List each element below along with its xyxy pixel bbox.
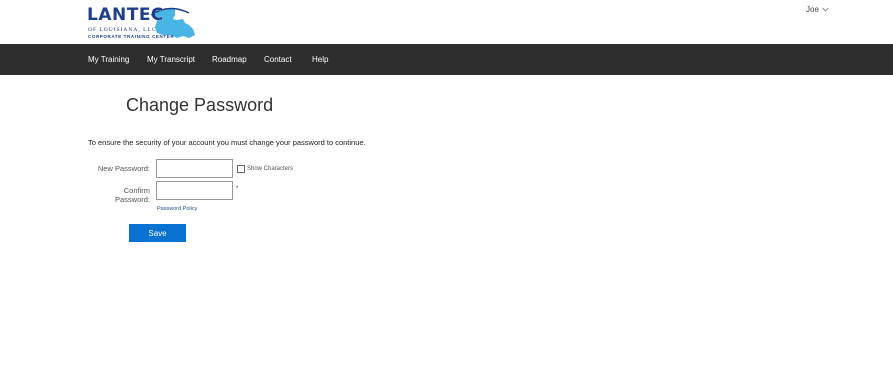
user-name: Joe xyxy=(806,5,819,14)
nav-item-help[interactable]: Help xyxy=(312,44,328,75)
user-menu[interactable]: Joe xyxy=(806,5,829,14)
password-policy-link[interactable]: Password Policy xyxy=(157,206,197,212)
required-marker: * xyxy=(236,186,239,192)
logo-tagline: CORPORATE TRAINING CENTER xyxy=(88,34,175,39)
lantec-logo[interactable]: LANTEC OF LOUISIANA, LLC CORPORATE TRAIN… xyxy=(87,3,197,41)
logo-sub: OF LOUISIANA, LLC xyxy=(88,27,157,33)
instructions-text: To ensure the security of your account y… xyxy=(88,138,366,147)
save-button[interactable]: Save xyxy=(129,224,186,242)
nav-item-roadmap[interactable]: Roadmap xyxy=(212,44,247,75)
show-characters-toggle[interactable]: Show Characters xyxy=(237,165,293,173)
new-password-field[interactable] xyxy=(156,159,233,178)
nav-item-my-transcript[interactable]: My Transcript xyxy=(147,44,195,75)
nav-item-contact[interactable]: Contact xyxy=(264,44,292,75)
header: LANTEC OF LOUISIANA, LLC CORPORATE TRAIN… xyxy=(0,0,893,44)
main-navbar: My Training My Transcript Roadmap Contac… xyxy=(0,44,893,75)
logo-name: LANTEC xyxy=(87,5,164,25)
show-characters-checkbox[interactable] xyxy=(237,165,245,173)
confirm-password-label: Confirm Password: xyxy=(114,186,150,204)
nav-item-my-training[interactable]: My Training xyxy=(88,44,129,75)
show-characters-label: Show Characters xyxy=(247,166,294,172)
page-title: Change Password xyxy=(126,95,274,115)
confirm-password-field[interactable] xyxy=(156,181,233,200)
chevron-down-icon xyxy=(822,7,829,12)
new-password-label: New Password: xyxy=(97,164,150,173)
